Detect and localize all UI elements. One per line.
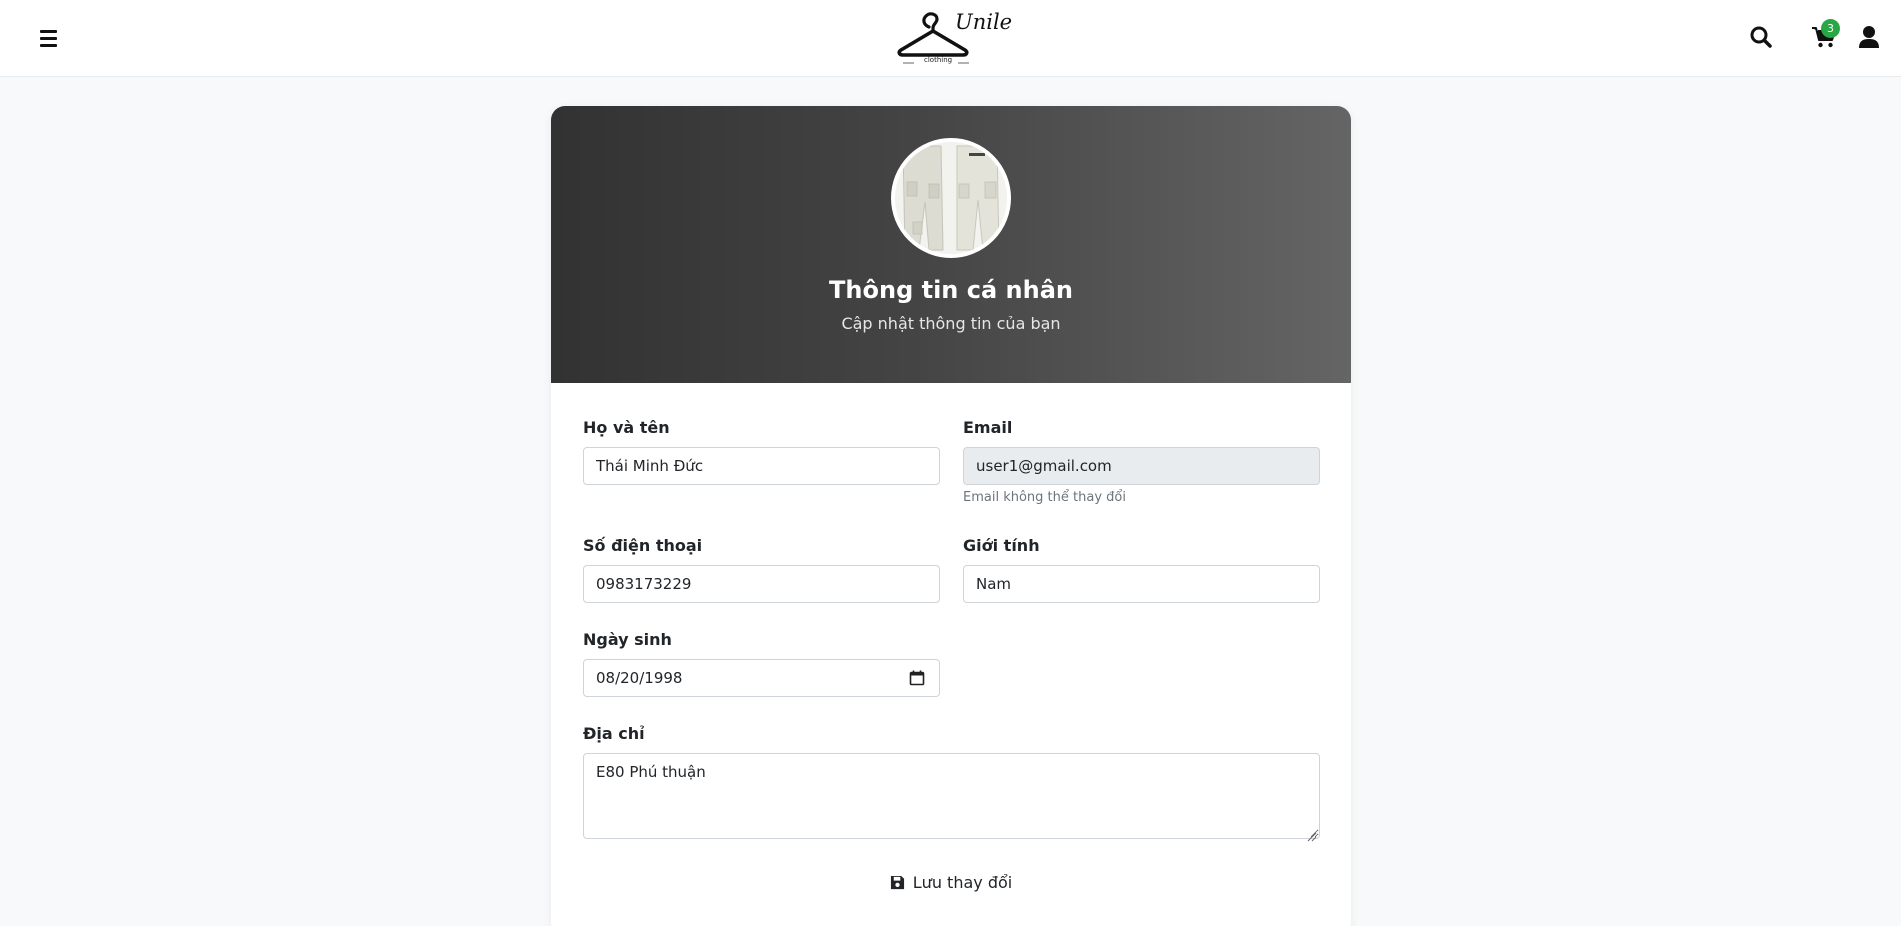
page-subtitle: Cập nhật thông tin của bạn — [841, 314, 1061, 333]
site-logo[interactable]: Unile clothing — [896, 7, 1012, 71]
avatar[interactable] — [891, 138, 1011, 258]
top-navbar: Unile clothing 3 — [0, 0, 1901, 77]
phone-input[interactable] — [583, 565, 940, 603]
search-icon[interactable] — [1749, 25, 1773, 49]
fullname-input[interactable] — [583, 447, 940, 485]
logo-wordmark: Unile — [955, 10, 1013, 34]
cart-count-badge: 3 — [1821, 19, 1840, 38]
calendar-icon[interactable] — [909, 670, 925, 686]
phone-label: Số điện thoại — [583, 536, 703, 555]
birthday-input[interactable] — [583, 659, 940, 697]
save-button[interactable]: Lưu thay đổi — [871, 867, 1031, 897]
birthday-label: Ngày sinh — [583, 630, 672, 649]
gender-label: Giới tính — [963, 536, 1040, 555]
avatar-image — [895, 142, 1007, 254]
user-icon[interactable] — [1858, 25, 1880, 49]
email-helper-text: Email không thể thay đổi — [963, 490, 1126, 505]
page-title: Thông tin cá nhân — [829, 276, 1073, 304]
address-label: Địa chỉ — [583, 724, 645, 743]
email-field[interactable] — [963, 447, 1320, 485]
logo-tagline: clothing — [924, 56, 953, 64]
address-textarea[interactable]: E80 Phú thuận — [583, 753, 1320, 839]
resize-grip-icon[interactable] — [1307, 827, 1317, 842]
floppy-disk-icon — [890, 875, 904, 889]
profile-header: Thông tin cá nhân Cập nhật thông tin của… — [551, 106, 1351, 383]
save-button-label: Lưu thay đổi — [912, 872, 1013, 892]
email-label: Email — [963, 418, 1013, 437]
gender-input[interactable] — [963, 565, 1320, 603]
profile-card: Thông tin cá nhân Cập nhật thông tin của… — [551, 106, 1351, 926]
fullname-label: Họ và tên — [583, 418, 670, 437]
hamburger-menu-icon[interactable] — [40, 30, 57, 47]
